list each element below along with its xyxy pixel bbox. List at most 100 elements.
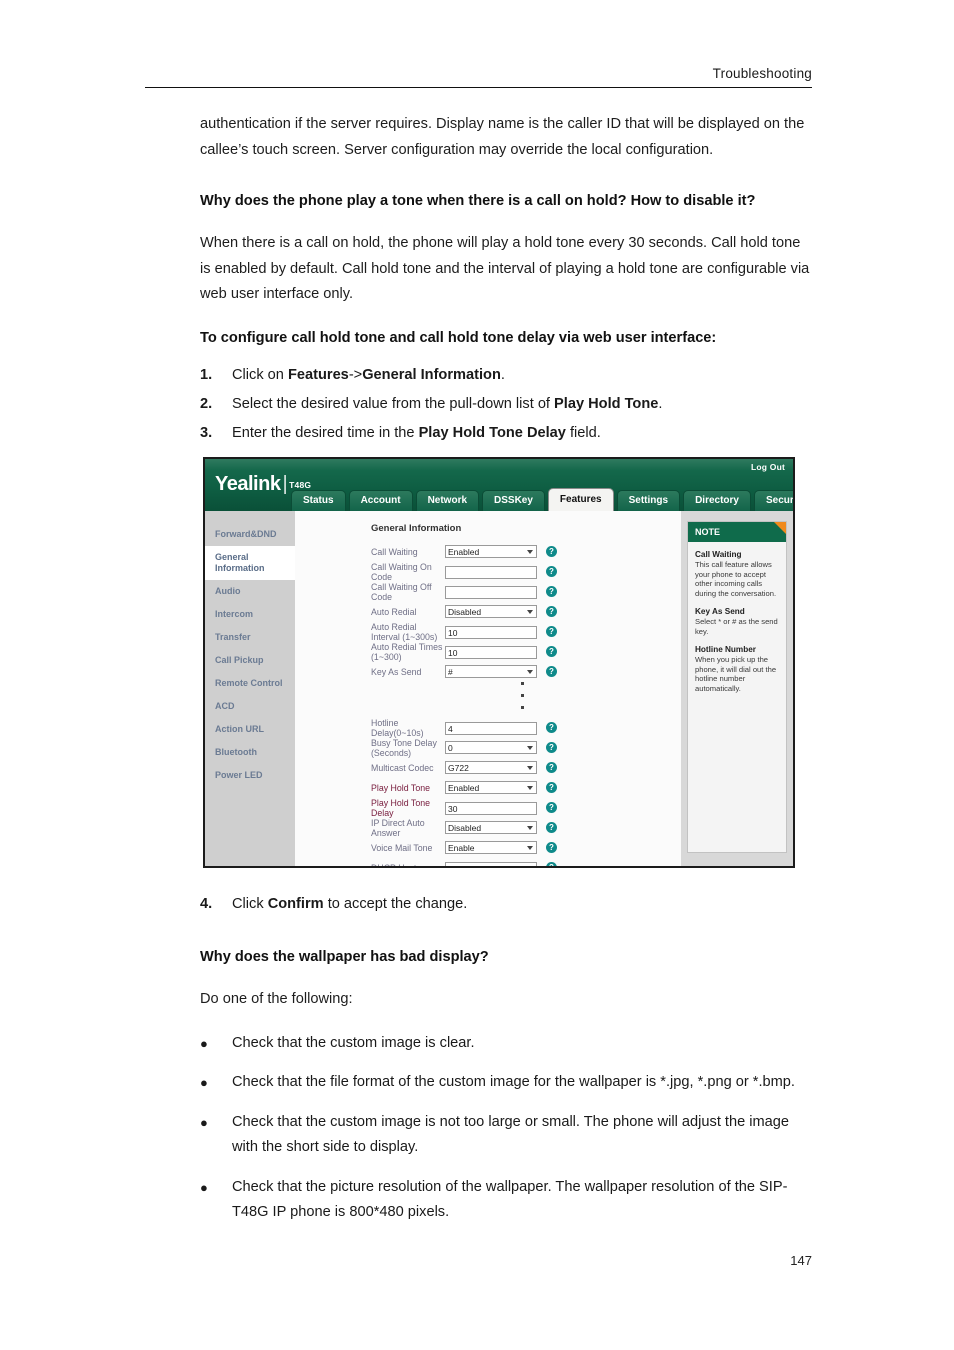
step-emphasis: Features [287, 366, 349, 383]
chevron-down-icon [527, 610, 533, 614]
form-row: Auto Redial Interval (1~300s)? [295, 622, 681, 642]
input-hotline-delay-0-10s[interactable] [445, 722, 537, 735]
help-icon[interactable]: ? [546, 742, 557, 753]
yealink-header-bar: Yealink | T48G Log Out Status Account Networ… [205, 459, 793, 512]
step-emphasis: Play Hold Tone [554, 395, 659, 412]
list-item-text: Check that the picture resolution of the… [232, 1178, 788, 1221]
tab-dsskey[interactable]: DSSKey [482, 490, 545, 511]
help-icon[interactable]: ? [546, 646, 557, 657]
chevron-down-icon [527, 550, 533, 554]
sidebar-item-bluetooth[interactable]: Bluetooth [205, 741, 295, 764]
note-entry-heading: Key As Send [695, 607, 745, 616]
document-page: Troubleshooting authentication if the se… [0, 0, 954, 1350]
help-icon[interactable]: ? [546, 606, 557, 617]
form-row: IP Direct Auto Answer Disabled? [295, 817, 681, 838]
field-control: Disabled [445, 605, 537, 618]
step-emphasis: Confirm [267, 896, 324, 912]
tab-network[interactable]: Network [415, 490, 480, 511]
form-row: Key As Send #? [295, 662, 681, 681]
list-item: ● Check that the file format of the custo… [200, 1070, 812, 1096]
tab-settings[interactable]: Settings [616, 490, 681, 511]
step-text: Click Confirm to accept the change. [232, 896, 468, 912]
sidebar-item-action-url[interactable]: Action URL [205, 718, 295, 741]
bullet-icon: ● [200, 1179, 208, 1195]
select-key-as-send[interactable]: # [445, 665, 537, 678]
help-icon[interactable]: ? [546, 762, 557, 773]
help-icon[interactable]: ? [546, 862, 557, 866]
help-icon[interactable]: ? [546, 822, 557, 833]
sidebar-item-acd[interactable]: ACD [205, 695, 295, 718]
sidebar-item-remote-control[interactable]: Remote Control [205, 672, 295, 695]
tab-features[interactable]: Features [547, 488, 614, 511]
select-play-hold-tone[interactable]: Enabled [445, 781, 537, 794]
tab-account[interactable]: Account [348, 490, 413, 511]
help-icon[interactable]: ? [546, 566, 557, 577]
field-label: Play Hold Tone [371, 782, 431, 793]
step-number: 1. [200, 366, 213, 383]
select-ip-direct-auto-answer[interactable]: Disabled [445, 821, 537, 834]
input-call-waiting-off-code[interactable] [445, 586, 537, 599]
field-label: Call Waiting Off Code [371, 581, 432, 602]
sidebar-item-general-information[interactable]: General Information [205, 546, 295, 580]
select-voice-mail-tone[interactable]: Enable [445, 841, 537, 854]
yealink-body: Forward&DND General Information Audio Inter… [205, 511, 793, 866]
help-icon[interactable]: ? [546, 802, 557, 813]
sidebar-item-transfer[interactable]: Transfer [205, 626, 295, 649]
select-busy-tone-delay-seconds[interactable]: 0 [445, 741, 537, 754]
field-label: Call Waiting On Code [371, 561, 432, 582]
help-icon[interactable]: ? [546, 546, 557, 557]
settings-form: General Information Call Waiting Enabled?… [295, 511, 681, 866]
logout-link[interactable]: Log Out [751, 462, 785, 472]
list-item: ● Check that the custom image is clear. [200, 1031, 812, 1057]
form-row: Auto Redial Times (1~300)? [295, 642, 681, 662]
sidebar-item-intercom[interactable]: Intercom [205, 603, 295, 626]
truncated-rows-indicator [521, 682, 681, 709]
input-dhcp-hostname[interactable] [445, 862, 537, 866]
help-icon[interactable]: ? [546, 666, 557, 677]
input-call-waiting-on-code[interactable] [445, 566, 537, 579]
field-label: Multicast Codec [371, 762, 434, 773]
help-icon[interactable]: ? [546, 842, 557, 853]
step-emphasis: Play Hold Tone Delay [418, 424, 566, 441]
chevron-down-icon [527, 826, 533, 830]
step-item: 1. Click on Features->General Information… [200, 361, 812, 390]
form-row: Call Waiting Enabled? [295, 542, 681, 561]
yealink-web-ui-screenshot: Yealink | T48G Log Out Status Account Networ… [203, 457, 795, 868]
step-number: 2. [200, 395, 213, 412]
input-auto-redial-interval-1-300s[interactable] [445, 626, 537, 639]
heading-wallpaper: Why does the wallpaper has bad display? [200, 949, 489, 965]
sidebar-item-call-pickup[interactable]: Call Pickup [205, 649, 295, 672]
field-control: Enable [445, 841, 537, 854]
tab-security[interactable]: Security [753, 490, 793, 511]
form-row: Auto Redial Disabled? [295, 602, 681, 621]
note-entry-text: When you pick up the phone, it will dial… [695, 655, 777, 693]
field-label: Auto Redial [371, 606, 417, 617]
step-item: 4. Click Confirm to accept the change. [200, 890, 812, 919]
help-icon[interactable]: ? [546, 626, 557, 637]
form-row: Busy Tone Delay (Seconds) 0? [295, 738, 681, 758]
procedure-heading: To configure call hold tone and call hol… [200, 329, 717, 346]
help-icon[interactable]: ? [546, 722, 557, 733]
select-call-waiting[interactable]: Enabled [445, 545, 537, 558]
help-icon[interactable]: ? [546, 782, 557, 793]
form-row: DHCP Hostname? [295, 858, 681, 866]
tab-status[interactable]: Status [291, 490, 346, 511]
step-emphasis: General Information [362, 366, 501, 383]
bullet-icon: ● [200, 1075, 208, 1090]
field-control: G722 [445, 761, 537, 774]
select-multicast-codec[interactable]: G722 [445, 761, 537, 774]
sidebar-item-audio[interactable]: Audio [205, 580, 295, 603]
tab-directory[interactable]: Directory [683, 490, 751, 511]
form-section-title: General Information [371, 523, 462, 534]
content-column-lower: 4. Click Confirm to accept the change. W… [200, 890, 812, 1240]
input-auto-redial-times-1-300[interactable] [445, 646, 537, 659]
help-icon[interactable]: ? [546, 586, 557, 597]
sidebar-item-power-led[interactable]: Power LED [205, 764, 295, 787]
page-number: 147 [790, 1253, 812, 1268]
note-entry-heading: Call Waiting [695, 550, 742, 559]
sidebar-item-forward-dnd[interactable]: Forward&DND [205, 523, 295, 546]
input-play-hold-tone-delay[interactable] [445, 802, 537, 815]
select-auto-redial[interactable]: Disabled [445, 605, 537, 618]
step-item: 2. Select the desired value from the pull… [200, 390, 812, 419]
field-label: IP Direct Auto Answer [371, 817, 425, 838]
